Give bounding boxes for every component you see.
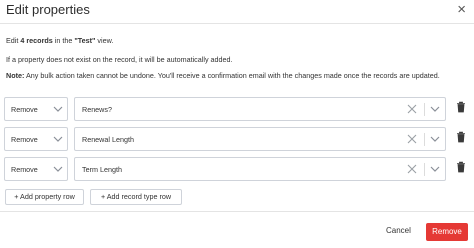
note-label: Note: bbox=[6, 71, 25, 80]
clear-icon[interactable] bbox=[406, 103, 418, 115]
trash-icon[interactable] bbox=[456, 101, 466, 113]
intro-suffix: view. bbox=[95, 36, 114, 45]
record-count: 4 records bbox=[20, 36, 53, 45]
property-select[interactable]: Renewal Length bbox=[74, 127, 446, 151]
add-record-type-row-button[interactable]: + Add record type row bbox=[90, 189, 182, 205]
intro-middle: in the bbox=[52, 36, 75, 45]
intro-prefix: Edit bbox=[6, 36, 21, 45]
chevron-down-icon bbox=[53, 136, 63, 142]
dialog-header: Edit properties × bbox=[0, 0, 474, 24]
chevron-down-icon bbox=[53, 106, 63, 112]
info-text: If a property does not exist on the reco… bbox=[6, 55, 233, 64]
view-name: "Test" bbox=[74, 36, 96, 45]
action-select-value: Remove bbox=[11, 105, 38, 114]
property-select-value: Renewal Length bbox=[82, 135, 134, 144]
property-row: Remove Renewal Length bbox=[0, 127, 474, 151]
property-row: Remove Term Length bbox=[0, 157, 474, 181]
clear-icon[interactable] bbox=[406, 133, 418, 145]
add-property-row-button[interactable]: + Add property row bbox=[5, 189, 84, 205]
select-divider bbox=[424, 163, 425, 176]
trash-icon[interactable] bbox=[456, 161, 466, 173]
action-select[interactable]: Remove bbox=[4, 127, 68, 151]
property-row: Remove Renews? bbox=[0, 97, 474, 121]
action-select[interactable]: Remove bbox=[4, 157, 68, 181]
action-select-value: Remove bbox=[11, 135, 38, 144]
note-body: Any bulk action taken cannot be undone. … bbox=[24, 71, 440, 80]
trash-icon[interactable] bbox=[456, 131, 466, 143]
action-select[interactable]: Remove bbox=[4, 97, 68, 121]
note-text: Note: Any bulk action taken cannot be un… bbox=[6, 71, 446, 81]
chevron-down-icon bbox=[53, 166, 63, 172]
chevron-down-icon bbox=[430, 136, 440, 142]
property-select-value: Term Length bbox=[82, 165, 122, 174]
clear-icon[interactable] bbox=[406, 163, 418, 175]
close-icon[interactable]: × bbox=[457, 1, 466, 19]
chevron-down-icon bbox=[430, 166, 440, 172]
chevron-down-icon bbox=[430, 106, 440, 112]
property-select[interactable]: Renews? bbox=[74, 97, 446, 121]
intro-text: Edit 4 records in the "Test" view. bbox=[6, 36, 113, 46]
action-select-value: Remove bbox=[11, 165, 38, 174]
select-divider bbox=[424, 103, 425, 116]
select-divider bbox=[424, 133, 425, 146]
remove-button[interactable]: Remove bbox=[426, 223, 468, 241]
cancel-button[interactable]: Cancel bbox=[386, 226, 411, 235]
property-select-value: Renews? bbox=[82, 105, 112, 114]
dialog-footer: Cancel Remove bbox=[0, 211, 474, 248]
property-select[interactable]: Term Length bbox=[74, 157, 446, 181]
dialog-title: Edit properties bbox=[6, 2, 90, 17]
